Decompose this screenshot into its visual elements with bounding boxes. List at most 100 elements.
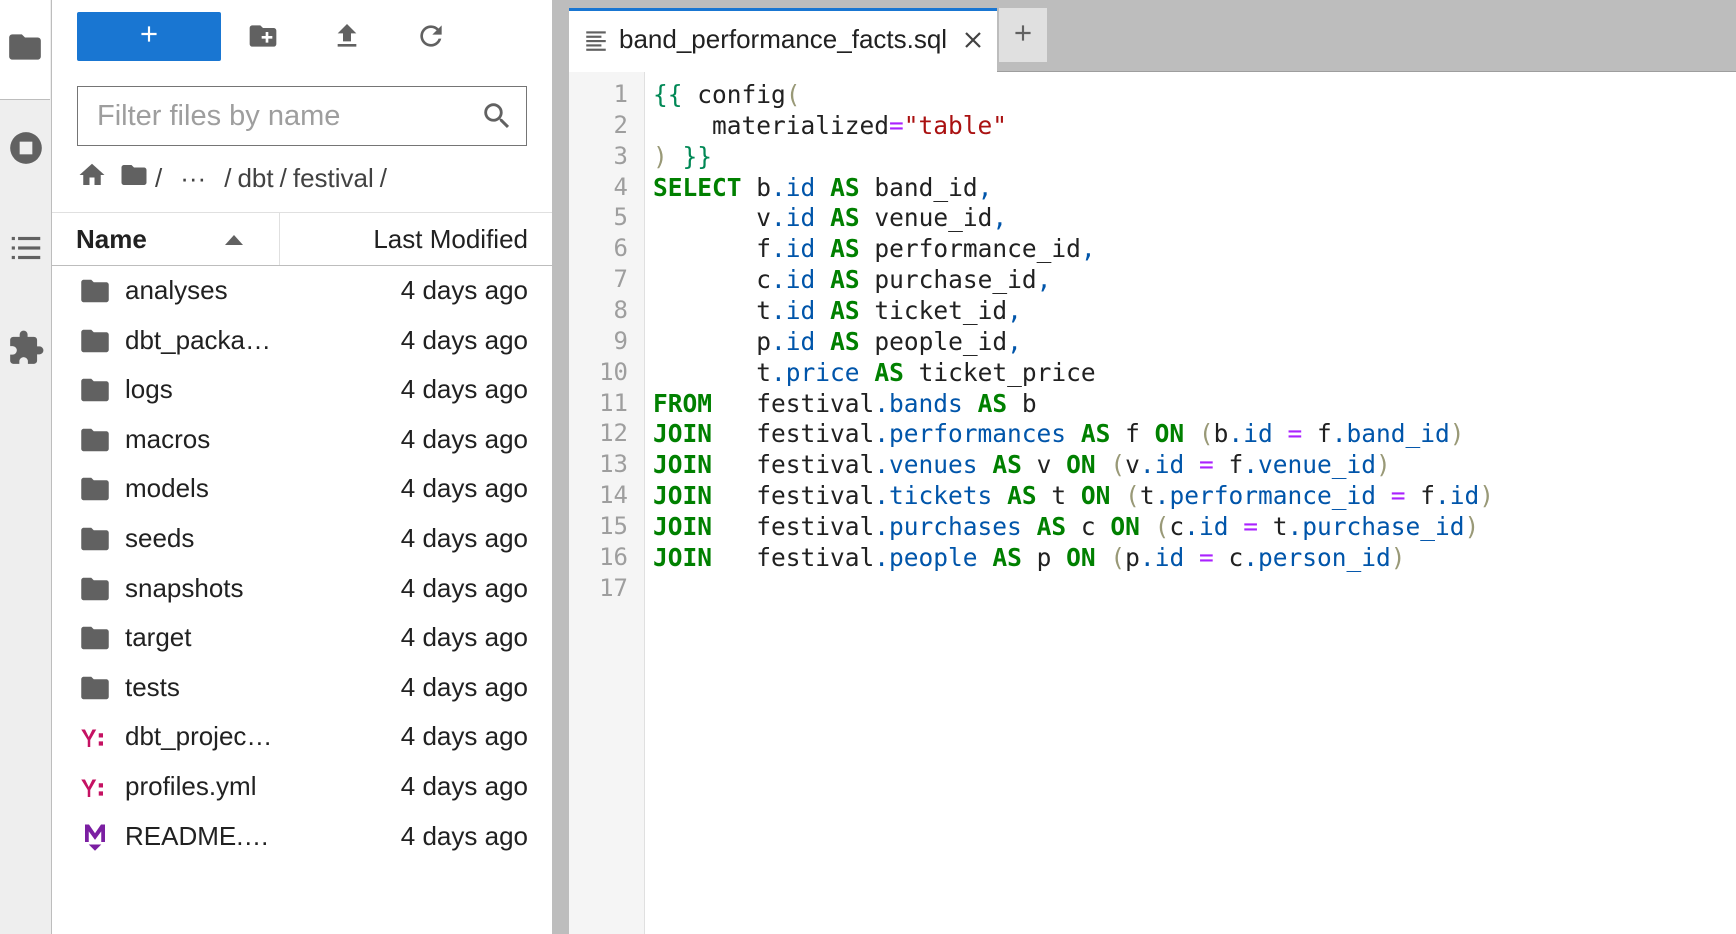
file-name: tests bbox=[125, 671, 180, 702]
sidebar-tab-file-browser[interactable] bbox=[0, 0, 50, 100]
folder-icon bbox=[80, 475, 110, 503]
search-icon bbox=[480, 99, 514, 133]
tab-bar: band_performance_facts.sql bbox=[569, 0, 1736, 72]
file-name: analyses bbox=[125, 275, 228, 305]
list-item[interactable]: snapshots 4 days ago bbox=[52, 564, 552, 614]
panel-splitter[interactable] bbox=[552, 0, 569, 934]
line-number: 3 bbox=[613, 141, 628, 170]
list-item[interactable]: target 4 days ago bbox=[52, 613, 552, 663]
line-number: 7 bbox=[613, 265, 628, 294]
breadcrumb-item-festival[interactable]: festival bbox=[293, 163, 374, 194]
code-line[interactable]: f.id AS performance_id, bbox=[653, 234, 1095, 263]
file-modified: 4 days ago bbox=[400, 572, 528, 603]
refresh-button[interactable] bbox=[413, 20, 449, 56]
new-folder-button[interactable] bbox=[245, 20, 281, 56]
list-item[interactable]: models 4 days ago bbox=[52, 464, 552, 514]
line-number: 4 bbox=[613, 172, 628, 201]
column-header-last-modified[interactable]: Last Modified bbox=[280, 213, 552, 265]
file-list: analyses 4 days ago dbt_packa… 4 days ag… bbox=[52, 266, 552, 861]
code-line[interactable]: SELECT b.id AS band_id, bbox=[653, 173, 992, 202]
yaml-icon bbox=[80, 723, 110, 751]
breadcrumb-folder-icon[interactable] bbox=[119, 160, 149, 197]
home-icon[interactable] bbox=[77, 160, 107, 197]
stop-circle-icon bbox=[7, 129, 45, 172]
code-line[interactable]: JOIN festival.venues AS v ON (v.id = f.v… bbox=[653, 450, 1391, 479]
list-item[interactable]: README.… 4 days ago bbox=[52, 812, 552, 862]
sidebar-tab-running[interactable] bbox=[0, 100, 52, 200]
sidebar-tab-toc[interactable] bbox=[0, 200, 52, 300]
refresh-icon bbox=[415, 20, 447, 57]
code-line[interactable]: JOIN festival.performances AS f ON (b.id… bbox=[653, 419, 1465, 448]
line-number: 12 bbox=[599, 419, 628, 448]
list-item[interactable]: analyses 4 days ago bbox=[52, 266, 552, 316]
list-item[interactable]: seeds 4 days ago bbox=[52, 514, 552, 564]
code-line[interactable]: t.id AS ticket_id, bbox=[653, 296, 1022, 325]
line-number: 16 bbox=[599, 542, 628, 571]
line-number: 11 bbox=[599, 388, 628, 417]
file-modified: 4 days ago bbox=[400, 721, 528, 752]
breadcrumb-separator: / bbox=[279, 162, 287, 193]
new-launcher-button[interactable] bbox=[77, 12, 221, 61]
list-item[interactable]: logs 4 days ago bbox=[52, 365, 552, 415]
code-line[interactable]: v.id AS venue_id, bbox=[653, 203, 1007, 232]
file-name: logs bbox=[125, 374, 173, 405]
file-list-header: Name Last Modified bbox=[52, 212, 552, 266]
file-modified: 4 days ago bbox=[400, 275, 528, 305]
breadcrumb-item-dbt[interactable]: dbt bbox=[237, 163, 273, 194]
folder-icon bbox=[80, 525, 110, 553]
code-line[interactable]: FROM festival.bands AS b bbox=[653, 389, 1037, 418]
breadcrumb-ellipsis[interactable]: ··· bbox=[180, 163, 206, 194]
breadcrumb-separator: / bbox=[155, 162, 163, 193]
code-line[interactable]: t.price AS ticket_price bbox=[653, 358, 1095, 387]
line-number: 9 bbox=[613, 326, 628, 355]
list-item[interactable]: dbt_packa… 4 days ago bbox=[52, 316, 552, 366]
code-line[interactable]: c.id AS purchase_id, bbox=[653, 265, 1051, 294]
column-header-name[interactable]: Name bbox=[52, 213, 280, 265]
list-item[interactable]: macros 4 days ago bbox=[52, 415, 552, 465]
line-number: 14 bbox=[599, 481, 628, 510]
list-item[interactable]: dbt_projec… 4 days ago bbox=[52, 712, 552, 762]
breadcrumb: / ··· / dbt / festival / bbox=[77, 158, 393, 198]
tab-band-performance-facts[interactable]: band_performance_facts.sql bbox=[569, 8, 997, 72]
file-name: snapshots bbox=[125, 572, 244, 603]
column-name-label: Name bbox=[76, 224, 147, 254]
file-name: models bbox=[125, 473, 209, 504]
file-browser-toolbar bbox=[52, 0, 552, 76]
code-line[interactable]: JOIN festival.purchases AS c ON (c.id = … bbox=[653, 512, 1479, 541]
add-tab-button[interactable] bbox=[999, 8, 1047, 62]
line-number: 5 bbox=[613, 203, 628, 232]
line-number: 10 bbox=[599, 357, 628, 386]
line-number-gutter: 1 2 3 4 5 6 7 8 9 10 11 12 13 14 15 16 17 bbox=[569, 72, 645, 934]
puzzle-icon bbox=[7, 329, 45, 372]
list-item[interactable]: tests 4 days ago bbox=[52, 663, 552, 713]
yaml-icon bbox=[80, 773, 110, 801]
code-editor[interactable]: 1 2 3 4 5 6 7 8 9 10 11 12 13 14 15 16 17 {{ config( mat… bbox=[569, 72, 1736, 934]
code-line[interactable]: JOIN festival.tickets AS t ON (t.perform… bbox=[653, 481, 1494, 510]
folder-icon bbox=[80, 624, 110, 652]
file-modified: 4 days ago bbox=[400, 770, 528, 801]
filter-files-input[interactable] bbox=[78, 87, 478, 145]
line-number: 13 bbox=[599, 450, 628, 479]
close-icon[interactable] bbox=[961, 28, 985, 52]
code-line[interactable]: p.id AS people_id, bbox=[653, 327, 1022, 356]
code-line[interactable]: JOIN festival.people AS p ON (p.id = c.p… bbox=[653, 543, 1406, 572]
line-number: 17 bbox=[599, 573, 628, 602]
code-line[interactable]: {{ config( bbox=[653, 80, 801, 109]
code-line[interactable]: ) }} bbox=[653, 142, 712, 171]
file-name: seeds bbox=[125, 522, 195, 553]
filter-files-box bbox=[77, 86, 527, 146]
file-modified: 4 days ago bbox=[400, 622, 528, 653]
sidebar-tab-extensions[interactable] bbox=[0, 300, 52, 400]
file-modified: 4 days ago bbox=[400, 374, 528, 405]
file-modified: 4 days ago bbox=[400, 522, 528, 553]
file-name: dbt_packa… bbox=[125, 324, 271, 355]
activity-bar bbox=[0, 0, 52, 934]
file-name: macros bbox=[125, 423, 211, 454]
list-item[interactable]: profiles.yml 4 days ago bbox=[52, 762, 552, 812]
folder-icon bbox=[80, 674, 110, 702]
folder-icon bbox=[6, 28, 44, 71]
list-icon bbox=[7, 229, 45, 272]
file-name: profiles.yml bbox=[125, 770, 257, 801]
code-line[interactable]: materialized="table" bbox=[653, 111, 1007, 140]
upload-button[interactable] bbox=[329, 20, 365, 56]
